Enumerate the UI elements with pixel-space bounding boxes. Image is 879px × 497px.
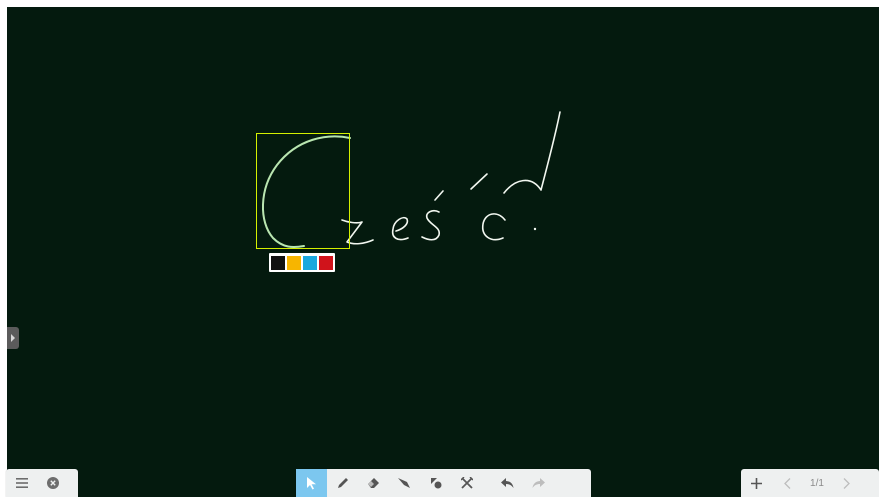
eraser-icon [368,478,379,488]
chevron-left-icon [784,477,791,489]
shape-tool-button[interactable] [420,469,451,497]
stroke-letter-e[interactable] [391,216,409,241]
menu-button[interactable] [6,469,37,497]
redo-button[interactable] [523,469,554,497]
select-tool-button[interactable] [296,469,327,497]
next-page-button[interactable] [831,469,862,497]
shapes-icon [430,478,441,489]
color-palette [269,253,335,272]
redo-icon [532,477,545,488]
close-circle-icon [46,477,59,489]
toolbar-pages: 1/1 [741,469,879,497]
plus-icon [751,477,762,489]
toolbar-left [6,469,78,497]
color-swatch-blue[interactable] [303,255,317,270]
whiteboard-canvas[interactable] [7,7,879,497]
eraser-tool-button[interactable] [358,469,389,497]
selection-box[interactable] [256,133,350,249]
page-indicator: 1/1 [810,477,824,489]
undo-button[interactable] [492,469,523,497]
handwriting-layer[interactable] [7,7,879,497]
clear-tool-button[interactable] [451,469,482,497]
toolbar-tools [296,469,591,497]
stroke-accent-s[interactable] [434,190,444,201]
close-button[interactable] [37,469,68,497]
cross-tools-icon [460,477,473,489]
cursor-arrow-icon [307,476,316,489]
hamburger-menu-icon [15,478,28,488]
prev-page-button[interactable] [772,469,803,497]
pen-icon [337,478,348,488]
chevron-right-icon [843,477,850,489]
side-panel-toggle[interactable] [7,327,19,349]
stroke-letter-c2[interactable] [481,213,506,241]
stroke-letter-s[interactable] [421,210,440,241]
caret-right-icon [11,334,15,342]
stroke-exclamation[interactable] [503,111,561,194]
stroke-exclamation-dot[interactable] [533,227,537,231]
color-swatch-yellow[interactable] [287,255,301,270]
highlighter-icon [398,478,410,488]
add-page-button[interactable] [741,469,772,497]
color-swatch-black[interactable] [271,255,285,270]
pen-tool-button[interactable] [327,469,358,497]
highlighter-tool-button[interactable] [389,469,420,497]
color-swatch-red[interactable] [319,255,333,270]
undo-icon [501,477,514,488]
stroke-accent-c[interactable] [470,173,488,190]
